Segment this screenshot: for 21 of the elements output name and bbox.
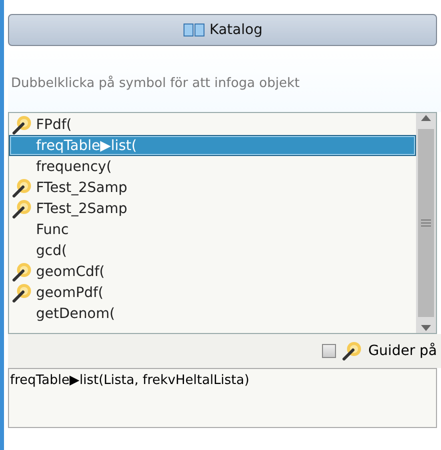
scrollbar[interactable] — [416, 113, 436, 333]
hint-text: Dubbelklicka på symbol för att infoga objekt — [11, 76, 300, 91]
scroll-up-icon[interactable] — [421, 115, 431, 121]
grip-icon — [421, 219, 431, 227]
catalog-item[interactable]: getDenom( — [9, 303, 416, 324]
catalog-item[interactable]: geomCdf( — [9, 261, 416, 282]
checkbox[interactable] — [322, 344, 336, 358]
catalog-item[interactable]: gcd( — [9, 240, 416, 261]
wand-icon — [342, 341, 362, 361]
header-title: Katalog — [210, 22, 262, 38]
catalog-item[interactable]: Func — [9, 219, 416, 240]
scroll-down-icon[interactable] — [421, 325, 431, 331]
catalog-item[interactable]: geomPdf( — [9, 282, 416, 303]
catalog-item[interactable]: FPdf( — [9, 114, 416, 135]
catalog-item[interactable]: FTest_2Samp — [9, 177, 416, 198]
book-icon — [182, 23, 205, 37]
catalog-item[interactable]: frequency( — [9, 156, 416, 177]
catalog-item[interactable]: FTest_2Samp — [9, 198, 416, 219]
syntax-box: freqTable▶list(Lista, frekvHeltalLista) — [8, 368, 437, 428]
checkbox-label[interactable]: Guider på — [368, 343, 437, 359]
scroll-thumb[interactable] — [418, 129, 434, 317]
